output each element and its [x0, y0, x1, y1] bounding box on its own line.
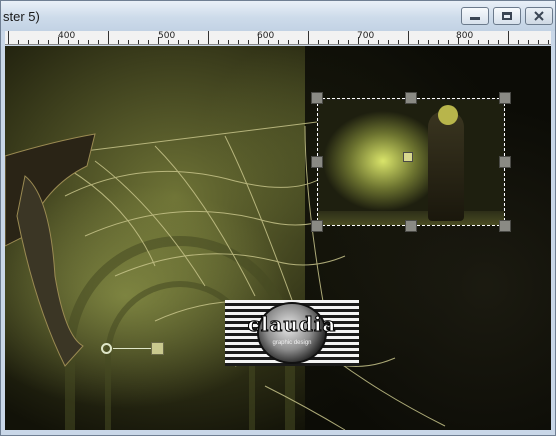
logo-subtitle: graphic design: [272, 340, 312, 346]
ruler-tick: [528, 40, 529, 44]
ruler-tick: [348, 40, 349, 44]
ruler-tick: [318, 40, 319, 44]
ruler-label-600: 600: [257, 31, 275, 41]
gradient-direction-line: [113, 348, 151, 349]
crop-handle-left[interactable]: [311, 156, 323, 168]
ruler-tick: [478, 40, 479, 44]
ruler-tick: [98, 40, 99, 44]
window-title: ster 5): [3, 9, 40, 24]
ruler-tick: [198, 40, 199, 44]
crop-center-pivot[interactable]: [403, 152, 413, 162]
ruler-tick: [308, 31, 309, 44]
ruler-tick: [208, 31, 209, 44]
ruler-tick: [278, 40, 279, 44]
ruler-tick: [518, 40, 519, 44]
image-window: ster 5) 400 500 600 700 800 claudia grap…: [0, 0, 556, 436]
ruler-tick: [258, 37, 259, 44]
ruler-tick: [298, 40, 299, 44]
crop-handle-top[interactable]: [405, 92, 417, 104]
image-canvas[interactable]: claudia graphic design: [5, 46, 551, 430]
ruler-tick: [148, 40, 149, 44]
ruler-tick: [468, 40, 469, 44]
maximize-button[interactable]: [493, 7, 521, 25]
ruler-tick: [268, 40, 269, 44]
maximize-icon: [502, 12, 512, 20]
crop-handle-bottom[interactable]: [405, 220, 417, 232]
ruler-tick: [178, 40, 179, 44]
ruler-tick: [48, 40, 49, 44]
ruler-tick: [188, 40, 189, 44]
ruler-tick: [138, 40, 139, 44]
crop-handle-right[interactable]: [499, 156, 511, 168]
ruler-label-500: 500: [158, 31, 176, 41]
logo-name: claudia: [247, 312, 337, 337]
title-bar[interactable]: ster 5): [1, 1, 555, 31]
close-icon: [534, 11, 544, 21]
preview-hood: [438, 105, 458, 125]
ruler-tick: [338, 40, 339, 44]
ruler-tick: [438, 40, 439, 44]
horizontal-ruler[interactable]: 400 500 600 700 800: [5, 31, 551, 45]
crop-handle-bottom-left[interactable]: [311, 220, 323, 232]
ruler-tick: [418, 40, 419, 44]
ruler-tick: [118, 40, 119, 44]
ruler-tick: [68, 40, 69, 44]
ruler-tick: [78, 40, 79, 44]
crop-handle-bottom-right[interactable]: [499, 220, 511, 232]
ruler-tick: [248, 40, 249, 44]
ruler-tick: [218, 40, 219, 44]
crop-selection[interactable]: [317, 98, 505, 226]
gradient-end-handle[interactable]: [151, 342, 164, 355]
gradient-direction-control[interactable]: [101, 342, 165, 356]
ruler-tick: [88, 40, 89, 44]
ruler-tick: [158, 37, 159, 44]
crop-handle-top-left[interactable]: [311, 92, 323, 104]
ruler-tick: [548, 40, 549, 44]
ruler-tick: [538, 40, 539, 44]
ruler-tick: [488, 40, 489, 44]
ruler-tick: [358, 37, 359, 44]
ruler-tick: [18, 40, 19, 44]
minimize-icon: [470, 17, 480, 20]
ruler-tick: [508, 31, 509, 44]
crop-handle-top-right[interactable]: [499, 92, 511, 104]
ruler-tick: [428, 40, 429, 44]
preview-figure: [428, 111, 464, 221]
ruler-tick: [238, 40, 239, 44]
minimize-button[interactable]: [461, 7, 489, 25]
ruler-tick: [288, 40, 289, 44]
ruler-tick: [128, 40, 129, 44]
close-button[interactable]: [525, 7, 553, 25]
ruler-tick: [38, 40, 39, 44]
ruler-tick: [388, 40, 389, 44]
ruler-tick: [408, 31, 409, 44]
ruler-tick: [458, 37, 459, 44]
ruler-tick: [378, 40, 379, 44]
ruler-tick: [368, 40, 369, 44]
ruler-tick: [398, 40, 399, 44]
ruler-label-700: 700: [357, 31, 375, 41]
ruler-label-400: 400: [58, 31, 76, 41]
watermark-logo: claudia graphic design: [225, 300, 359, 366]
ruler-tick: [108, 31, 109, 44]
ruler-tick: [8, 31, 9, 44]
ruler-tick: [328, 40, 329, 44]
ruler-tick: [28, 40, 29, 44]
ruler-tick: [228, 40, 229, 44]
ruler-tick: [448, 40, 449, 44]
ruler-tick: [498, 40, 499, 44]
ruler-tick: [168, 40, 169, 44]
gradient-origin-handle[interactable]: [101, 343, 112, 354]
ruler-tick: [58, 37, 59, 44]
